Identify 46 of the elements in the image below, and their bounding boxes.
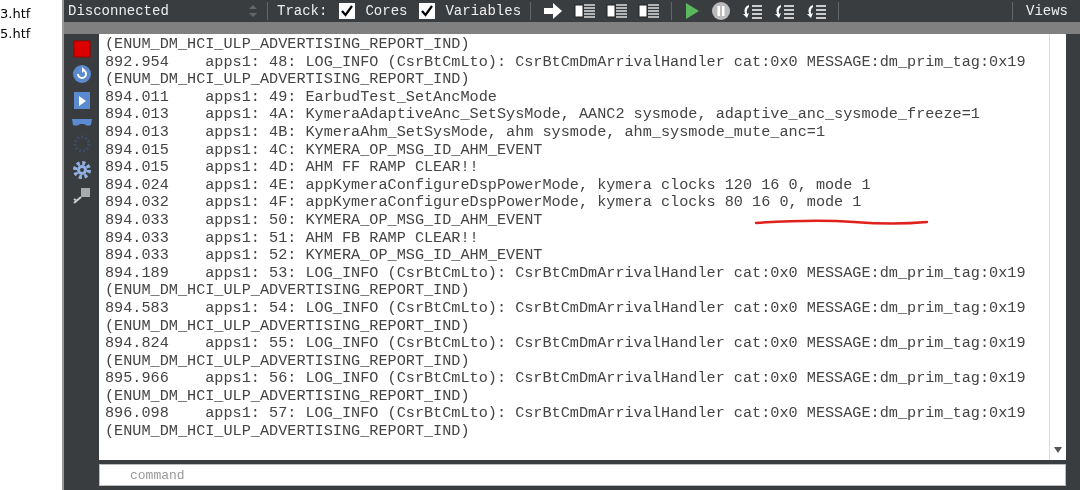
log-line: 894.033 apps1: 51: AHM FB RAMP CLEAR!! bbox=[105, 229, 479, 248]
log-line: 896.098 apps1: 57: LOG_INFO (CsrBtCmLto): CsrBtCmDmArrivalHandler cat:0x0 MESSAGE:dm_prim_tag:0x19 bbox=[105, 405, 1026, 424]
log-line: (ENUM_DM_HCI_ULP_ADVERTISING_REPORT_IND) bbox=[105, 423, 470, 441]
scroll-down-icon[interactable] bbox=[1053, 446, 1063, 454]
pause-icon[interactable] bbox=[711, 1, 732, 21]
log-line: 894.024 apps1: 4E: appKymeraConfigureDspPowerMode, kymera clocks 120 16 0, mode 1 bbox=[105, 176, 871, 195]
track-label: Track: bbox=[277, 3, 328, 19]
log-line: 894.015 apps1: 4C: KYMERA_OP_MSG_ID_AHM_EVENT bbox=[105, 141, 543, 160]
log-line: (ENUM_DM_HCI_ULP_ADVERTISING_REPORT_IND) bbox=[105, 352, 470, 371]
log-line: 894.015 apps1: 4D: AHM FF RAMP CLEAR!! bbox=[105, 159, 479, 177]
step-icon[interactable] bbox=[805, 2, 828, 20]
log-line: 894.032 apps1: 4F: appKymeraConfigureDspPowerMode, kymera clocks 80 16 0, mode 1 bbox=[105, 194, 862, 212]
log-line: 894.033 apps1: 50: KYMERA_OP_MSG_ID_AHM_EVENT bbox=[105, 211, 543, 230]
log-line: 894.013 apps1: 4A: KymeraAdaptiveAnc_SetSysMode, AANC2 sysmode, adaptive_anc_sysmode_freeze=1 bbox=[105, 106, 980, 124]
step-icon[interactable] bbox=[741, 2, 764, 20]
command-field[interactable]: command bbox=[99, 464, 1066, 486]
list-icon[interactable] bbox=[574, 2, 597, 20]
log-line: 894.583 apps1: 54: LOG_INFO (CsrBtCmLto): CsrBtCmDmArrivalHandler cat:0x0 MESSAGE:dm_prim_tag:0x19 bbox=[105, 299, 1026, 318]
log-line: 894.189 apps1: 53: LOG_INFO (CsrBtCmLto): CsrBtCmDmArrivalHandler cat:0x0 MESSAGE:dm_prim_tag:0x19 bbox=[105, 264, 1026, 283]
checkbox[interactable] bbox=[339, 3, 356, 19]
log-line: 894.011 apps1: 49: EarbudTest_SetAncMode bbox=[105, 88, 497, 107]
refresh-icon[interactable] bbox=[71, 64, 92, 84]
log-line: (ENUM_DM_HCI_ULP_ADVERTISING_REPORT_IND) bbox=[105, 36, 470, 54]
file-name[interactable]: 5.htf bbox=[0, 24, 31, 44]
log-line: 894.013 apps1: 4B: KymeraAhm_SetSysMode, ahm sysmode, ahm_sysmode_mute_anc=1 bbox=[105, 123, 825, 142]
connection-dropdown[interactable]: Disconnected bbox=[68, 3, 258, 19]
file-name[interactable]: 3.htf bbox=[0, 4, 31, 24]
log-line: (ENUM_DM_HCI_ULP_ADVERTISING_REPORT_IND) bbox=[105, 317, 470, 336]
log-line: 894.033 apps1: 52: KYMERA_OP_MSG_ID_AHM_EVENT bbox=[105, 247, 543, 265]
tool-icon[interactable] bbox=[71, 186, 92, 206]
log-line: (ENUM_DM_HCI_ULP_ADVERTISING_REPORT_IND) bbox=[105, 71, 470, 89]
clipboard-play-icon[interactable] bbox=[72, 90, 91, 110]
checkbox-label: Cores bbox=[365, 3, 408, 19]
list-icon[interactable] bbox=[606, 2, 629, 20]
log-line: (ENUM_DM_HCI_ULP_ADVERTISING_REPORT_IND) bbox=[105, 387, 470, 406]
log-line: 892.954 apps1: 48: LOG_INFO (CsrBtCmLto): CsrBtCmDmArrivalHandler cat:0x0 MESSAGE:dm_prim_tag:0x19 bbox=[105, 53, 1026, 72]
step-icon[interactable] bbox=[773, 2, 796, 20]
views-button[interactable]: Views bbox=[1022, 3, 1072, 19]
gear-icon[interactable] bbox=[71, 160, 92, 180]
log-line: 894.824 apps1: 55: LOG_INFO (CsrBtCmLto): CsrBtCmDmArrivalHandler cat:0x0 MESSAGE:dm_prim_tag:0x19 bbox=[105, 335, 1026, 353]
list-icon[interactable] bbox=[638, 2, 661, 20]
log-line: 895.966 apps1: 56: LOG_INFO (CsrBtCmLto): CsrBtCmDmArrivalHandler cat:0x0 MESSAGE:dm_prim_tag:0x19 bbox=[105, 370, 1026, 388]
log-line: (ENUM_DM_HCI_ULP_ADVERTISING_REPORT_IND) bbox=[105, 282, 470, 300]
checkbox-label: Variables bbox=[445, 3, 522, 19]
checkbox[interactable] bbox=[419, 3, 436, 19]
spinner-icon bbox=[248, 3, 258, 19]
